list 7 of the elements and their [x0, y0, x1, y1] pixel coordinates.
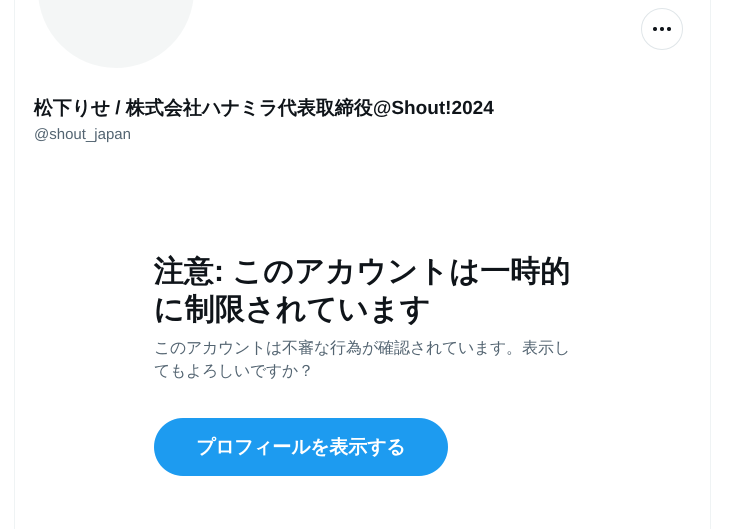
more-icon — [653, 27, 671, 31]
warning-title: 注意: このアカウントは一時的に制限されています — [154, 254, 572, 328]
profile-name: 松下りせ / 株式会社ハナミラ代表取締役@Shout!2024 — [34, 96, 495, 121]
more-button[interactable] — [641, 8, 683, 50]
profile-handle: @shout_japan — [34, 126, 132, 143]
warning-message: このアカウントは不審な行為が確認されています。表示してもよろしいですか？ — [154, 338, 571, 382]
view-profile-button[interactable]: プロフィールを表示する — [154, 418, 448, 476]
